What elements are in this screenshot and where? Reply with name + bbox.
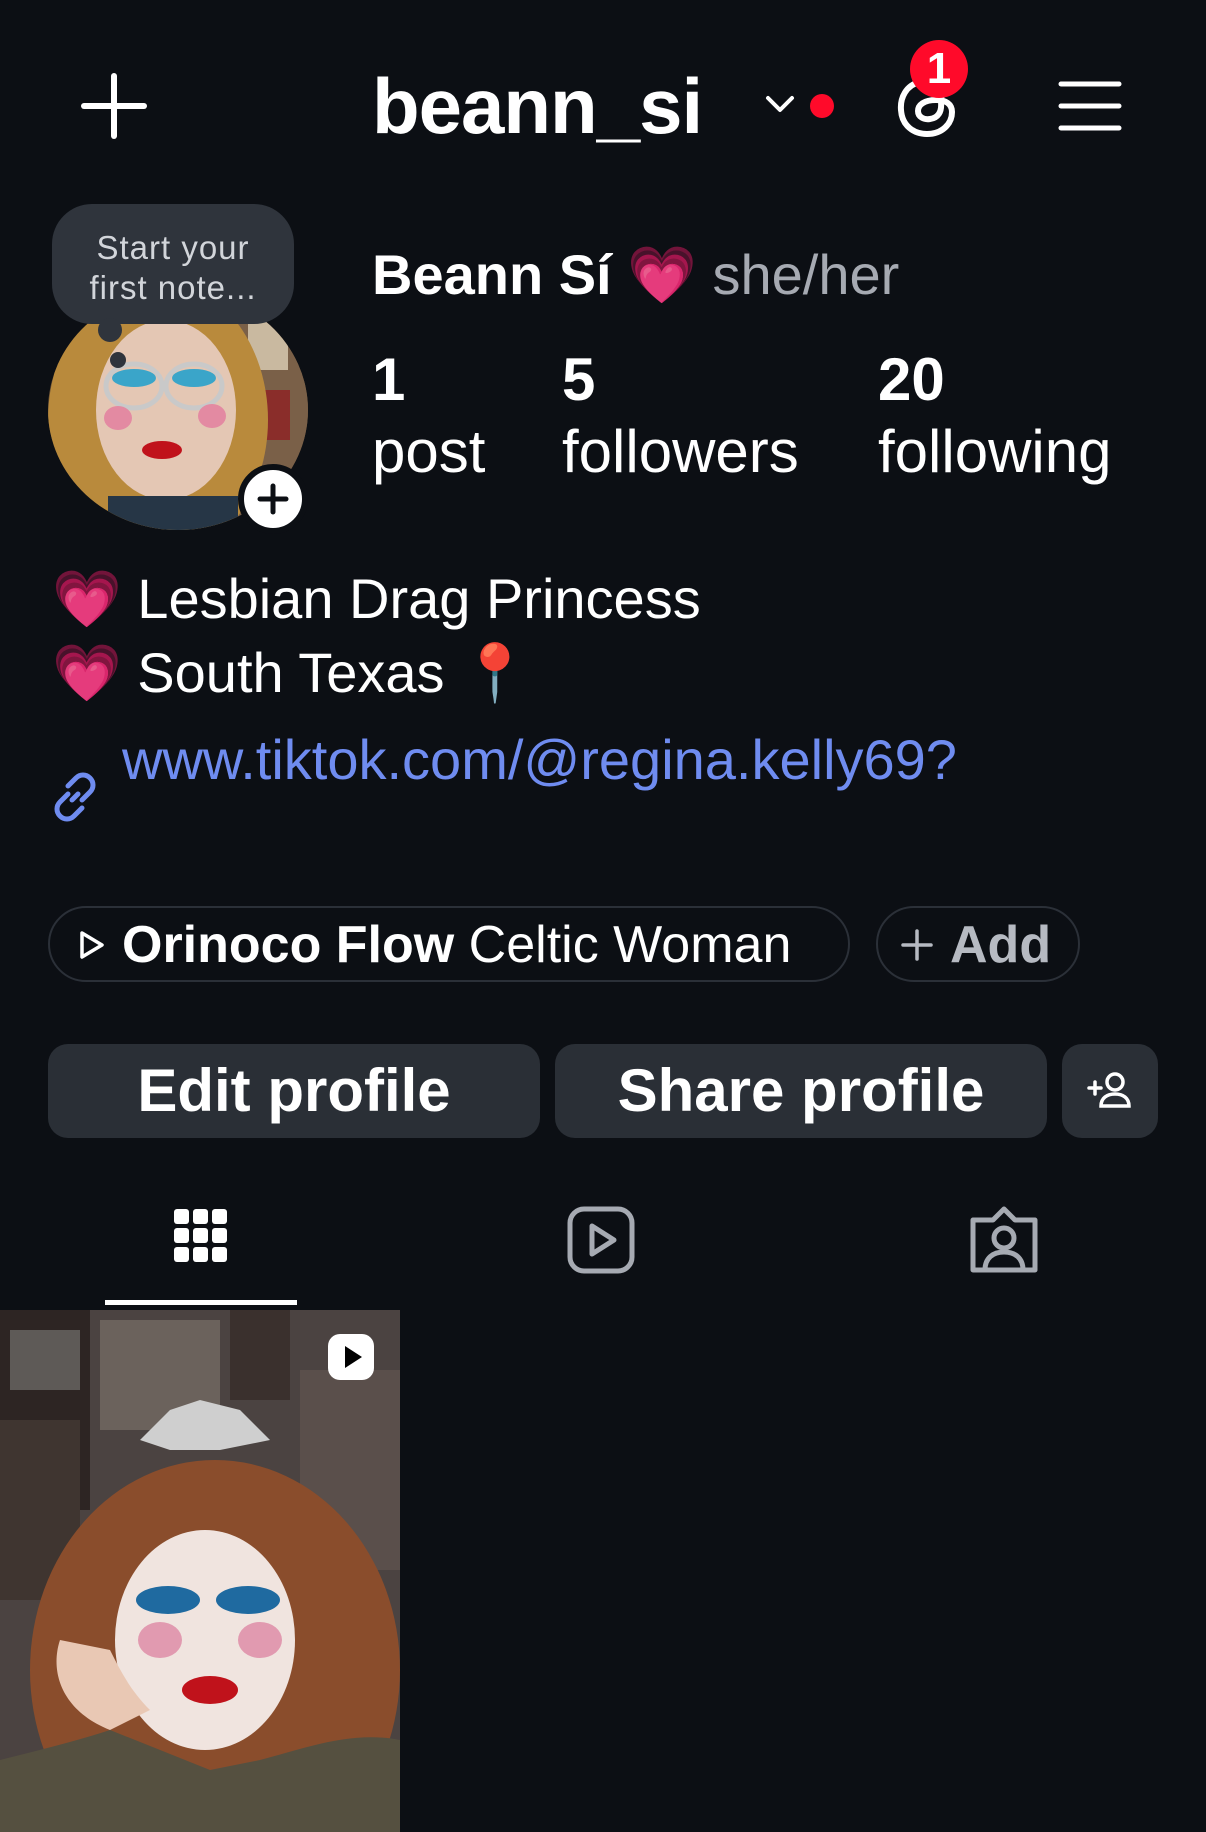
tab-tagged[interactable] (908, 1200, 1100, 1310)
tab-posts-grid[interactable] (105, 1200, 297, 1310)
share-profile-button[interactable]: Share profile (555, 1044, 1047, 1138)
song-title: Orinoco Flow (122, 916, 455, 974)
pronouns: she/her (712, 243, 900, 306)
grid-icon (174, 1209, 227, 1262)
bio-text: South Texas (137, 641, 445, 704)
active-tab-indicator (105, 1300, 297, 1305)
note-bubble-tail-small (110, 352, 126, 368)
hamburger-menu-icon (1058, 81, 1122, 131)
heart-emoji: 💗 (52, 567, 122, 630)
discover-people-button[interactable] (1062, 1044, 1158, 1138)
account-switcher-dropdown[interactable] (762, 92, 798, 118)
bio-text: Lesbian Drag Princess (137, 567, 701, 630)
reels-icon (567, 1206, 635, 1274)
following-count-label: following (878, 418, 1112, 485)
note-line-2: first note... (89, 269, 257, 306)
plus-icon (81, 73, 147, 139)
followers-count-label: followers (562, 418, 799, 485)
tab-reels[interactable] (505, 1200, 697, 1310)
bio-line-1: 💗 Lesbian Drag Princess (52, 564, 701, 634)
threads-notification-badge: 1 (910, 40, 968, 98)
following-count-value: 20 (878, 346, 945, 413)
display-name-row: Beann Sí 💗 she/her (372, 240, 899, 310)
followers-count[interactable]: 5 followers (562, 344, 799, 488)
chevron-down-icon (766, 96, 794, 112)
edit-profile-button[interactable]: Edit profile (48, 1044, 540, 1138)
plus-icon (257, 483, 289, 515)
following-count[interactable]: 20 following (878, 344, 1111, 488)
profile-username[interactable]: beann_si (372, 60, 703, 152)
display-name: Beann Sí (372, 243, 612, 306)
note-bubble[interactable]: Start your first note... (52, 204, 294, 324)
unread-dot (810, 94, 834, 118)
add-person-icon (1087, 1072, 1131, 1108)
bio-line-2: 💗 South Texas 📍 (52, 638, 530, 708)
new-post-button[interactable] (78, 70, 150, 142)
profile-music-chip[interactable]: Orinoco Flow Celtic Woman (48, 906, 850, 982)
post-image (0, 1310, 400, 1832)
add-story-button[interactable] (238, 464, 308, 534)
note-bubble-tail (98, 318, 122, 342)
heart-emoji: 💗 (627, 243, 697, 306)
posts-count[interactable]: 1 post (372, 344, 485, 488)
bio-link[interactable]: www.tiktok.com/@regina.kelly69? (122, 725, 957, 795)
play-icon (76, 930, 106, 960)
add-button[interactable]: Add (876, 906, 1080, 982)
note-line-1: Start your (96, 229, 250, 266)
followers-count-value: 5 (562, 346, 596, 413)
menu-button[interactable] (1058, 78, 1122, 134)
add-label: Add (950, 916, 1052, 974)
link-icon (48, 770, 102, 824)
posts-count-label: post (372, 418, 486, 485)
plus-icon (900, 928, 934, 962)
posts-count-value: 1 (372, 346, 406, 413)
note-placeholder: Start your first note... (52, 204, 294, 308)
reel-badge (326, 1332, 376, 1382)
reel-play-icon (328, 1334, 374, 1380)
music-info: Orinoco Flow Celtic Woman (122, 914, 791, 976)
heart-emoji: 💗 (52, 641, 122, 704)
song-artist: Celtic Woman (468, 916, 792, 974)
pin-emoji: 📍 (460, 641, 530, 704)
post-thumbnail[interactable] (0, 1310, 400, 1832)
tagged-icon (970, 1206, 1038, 1273)
